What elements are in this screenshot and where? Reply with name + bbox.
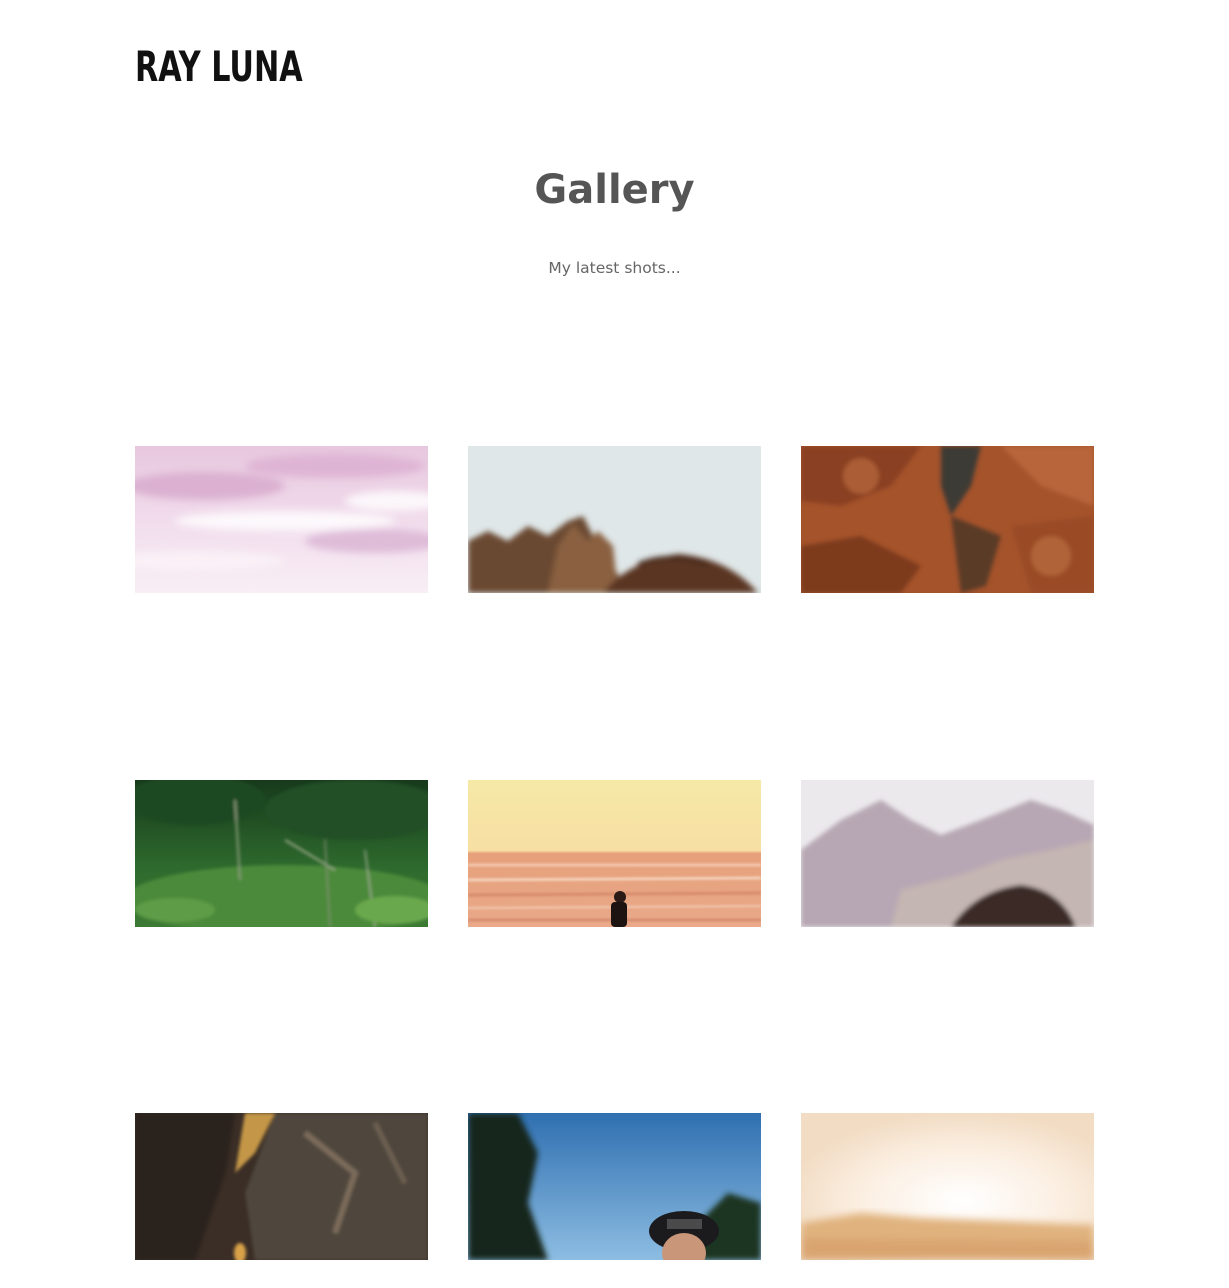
gallery-photo — [801, 1113, 1094, 1260]
gallery-photo — [468, 1113, 761, 1260]
gallery-image-orange-rock[interactable] — [801, 446, 1094, 593]
gallery-photo — [801, 780, 1094, 927]
gallery-image-cliff-hair[interactable] — [468, 446, 761, 593]
gallery-photo — [468, 446, 761, 593]
gallery-image-hazy-hills[interactable] — [801, 1113, 1094, 1260]
gallery-photo — [135, 780, 428, 927]
gallery-image-pink-sky[interactable] — [135, 446, 428, 593]
page-subtitle: My latest shots... — [548, 259, 681, 277]
gallery-photo — [468, 780, 761, 927]
site-logo[interactable]: RAY LUNA — [135, 40, 303, 94]
gallery-image-dark-cliff[interactable] — [135, 1113, 428, 1260]
gallery-photo — [801, 446, 1094, 593]
page-title: Gallery — [534, 167, 695, 213]
gallery-image-misty-mountains[interactable] — [801, 780, 1094, 927]
gallery-image-portrait-cap[interactable] — [468, 1113, 761, 1260]
gallery-image-green-grass[interactable] — [135, 780, 428, 927]
gallery-image-beach-sunset[interactable] — [468, 780, 761, 927]
gallery-photo — [135, 1113, 428, 1260]
gallery-photo — [135, 446, 428, 593]
